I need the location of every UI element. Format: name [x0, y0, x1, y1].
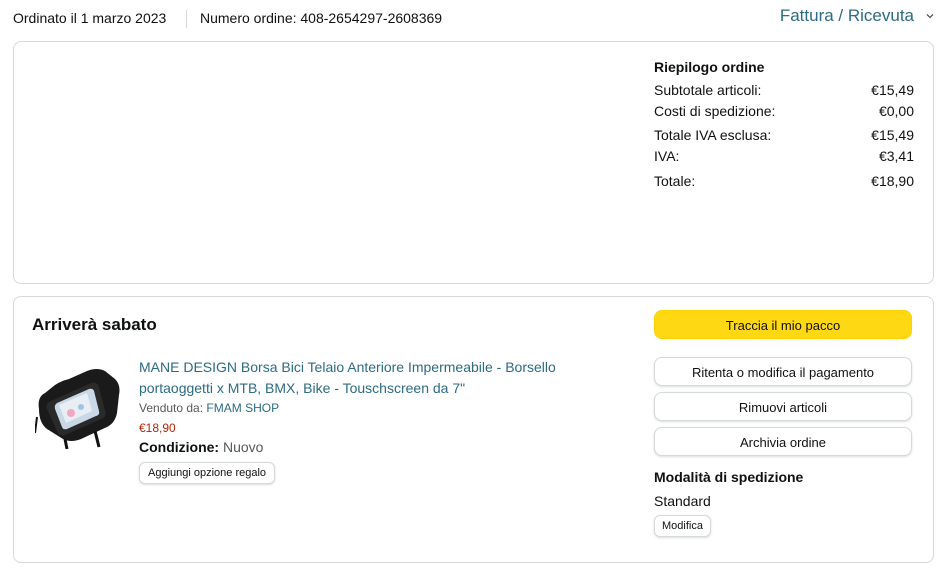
seller-link[interactable]: FMAM SHOP [206, 401, 279, 415]
shipping-method-title: Modalità di spedizione [654, 469, 804, 485]
summary-row-total: Totale: €18,90 [654, 171, 914, 192]
track-package-button[interactable]: Traccia il mio pacco [654, 310, 912, 339]
summary-label: Costi di spedizione: [654, 103, 776, 119]
shipment-card: Arriverà sabato MANE DESIGN Borsa Bici T… [13, 296, 934, 563]
summary-row-total-excl-vat: Totale IVA esclusa: €15,49 [654, 125, 914, 146]
invoice-link[interactable]: Fattura / Ricevuta [780, 6, 914, 26]
retry-payment-button[interactable]: Ritenta o modifica il pagamento [654, 357, 912, 386]
order-header: Ordinato il 1 marzo 2023 Numero ordine: … [0, 0, 948, 38]
summary-label: Totale: [654, 173, 696, 189]
summary-label: IVA: [654, 148, 680, 164]
summary-value: €0,00 [878, 103, 914, 119]
product-condition: Condizione: Nuovo [139, 439, 263, 455]
summary-title: Riepilogo ordine [654, 59, 765, 75]
archive-order-button[interactable]: Archivia ordine [654, 427, 912, 456]
remove-items-button[interactable]: Rimuovi articoli [654, 392, 912, 421]
summary-row-subtotal: Subtotale articoli: €15,49 [654, 80, 914, 101]
product-title-link[interactable]: MANE DESIGN Borsa Bici Telaio Anteriore … [139, 357, 579, 399]
summary-value: €3,41 [878, 148, 914, 164]
shipping-method-value: Standard [654, 493, 711, 509]
summary-value: €18,90 [871, 173, 914, 189]
order-summary: Riepilogo ordine Subtotale articoli: €15… [654, 59, 914, 192]
summary-label: Subtotale articoli: [654, 82, 762, 98]
header-divider [186, 10, 187, 28]
sold-by-label: Venduto da: [139, 401, 204, 415]
summary-value: €15,49 [871, 82, 914, 98]
summary-label: Totale IVA esclusa: [654, 127, 772, 143]
summary-value: €15,49 [871, 127, 914, 143]
summary-row-shipping: Costi di spedizione: €0,00 [654, 101, 914, 122]
product-price: €18,90 [139, 421, 176, 435]
condition-label: Condizione: [139, 439, 220, 455]
add-gift-option-button[interactable]: Aggiungi opzione regalo [139, 462, 276, 484]
order-date: Ordinato il 1 marzo 2023 [13, 10, 167, 26]
order-number: Numero ordine: 408-2654297-2608369 [200, 10, 443, 26]
chevron-down-icon[interactable] [925, 11, 935, 21]
summary-row-vat: IVA: €3,41 [654, 146, 914, 167]
product-image[interactable] [35, 357, 121, 449]
order-summary-card: Riepilogo ordine Subtotale articoli: €15… [13, 41, 934, 284]
sold-by: Venduto da: FMAM SHOP [139, 401, 279, 415]
condition-value: Nuovo [223, 439, 264, 455]
arrival-status: Arriverà sabato [32, 315, 157, 334]
modify-shipping-button[interactable]: Modifica [654, 515, 711, 537]
